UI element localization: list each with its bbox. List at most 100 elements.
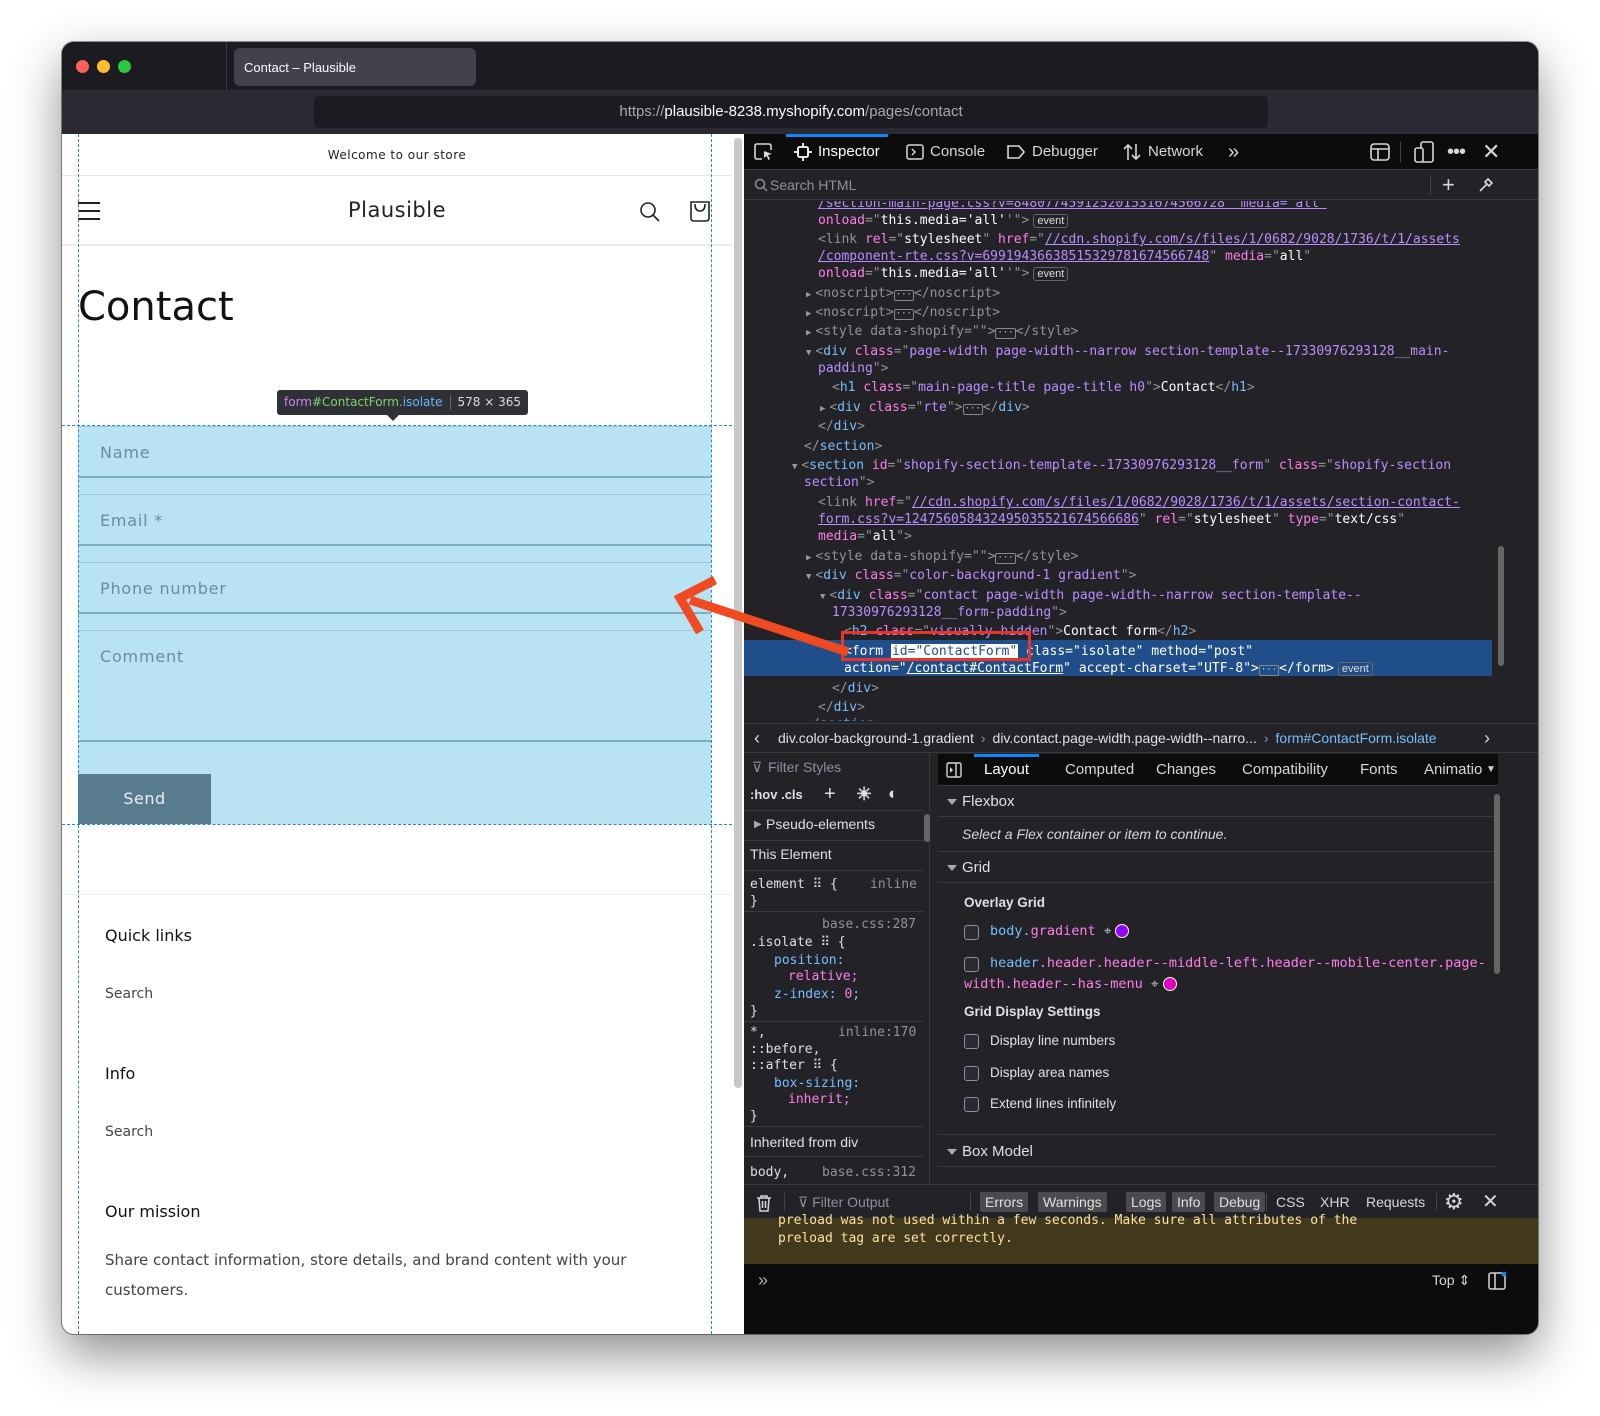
grid-overlay-checkbox[interactable] [964,957,979,972]
markup-node-h1[interactable]: <h1 class="main-page-title page-title h0… [832,379,1255,396]
cls-toggle[interactable]: .cls [781,787,803,802]
light-mode-icon[interactable]: ☀ [856,784,872,805]
dark-mode-icon[interactable]: ◐ [888,784,898,804]
quick-links-search[interactable]: Search [105,986,153,1002]
phone-field[interactable]: Phone number [78,562,711,614]
layout-scrollbar[interactable] [1494,794,1500,974]
markup-node-div[interactable]: ▼ <div class="page-width page-width--narr… [806,343,1449,362]
body-rule-selector[interactable]: body, [750,1164,789,1181]
css-property[interactable]: position: [774,952,844,969]
markup-node-div[interactable]: ▼ <div class="color-background-1 gradient… [806,567,1136,586]
breadcrumb-back-icon[interactable]: ‹ [754,724,760,752]
element-picker-icon[interactable] [754,143,774,161]
tab-animations[interactable]: Animatio [1424,754,1482,786]
element-rule[interactable]: element ⠿ { [750,876,838,893]
grid-section-toggle[interactable]: Grid [938,852,1498,883]
send-button[interactable]: Send [78,774,211,824]
markup-node-noscript[interactable]: ▶ <noscript> ··· </noscript> [806,304,1000,323]
devtools-toolbar: Inspector Console Debugger Network » •••… [744,134,1538,170]
css-value[interactable]: relative; [788,968,858,985]
filter-output-placeholder: Filter Output [812,1194,890,1210]
page-scrollbar[interactable] [732,134,744,1334]
tabs-overflow-icon[interactable]: ▼ [1486,754,1496,786]
flexbox-section-toggle[interactable]: Flexbox [938,786,1498,817]
css-property[interactable]: box-sizing: [774,1075,860,1092]
comment-field[interactable]: Comment [78,630,711,742]
css-property[interactable]: z-index: 0; [774,986,860,1003]
zoom-window-button[interactable] [118,60,131,73]
display-area-names-checkbox[interactable] [964,1066,979,1081]
tab-changes[interactable]: Changes [1156,754,1216,786]
body-rule-source[interactable]: base.css:312 [822,1164,916,1181]
filter-logs-button[interactable]: Logs [1126,1192,1167,1212]
element-rule-source[interactable]: inline [870,876,917,893]
minimize-window-button[interactable] [97,60,110,73]
breadcrumb-item-current[interactable]: form#ContactForm.isolate [1276,730,1437,746]
annotation-highlight-box [841,631,1031,661]
close-window-button[interactable] [76,60,89,73]
tab-fonts[interactable]: Fonts [1360,754,1398,786]
window-controls [76,60,131,73]
breadcrumb-forward-icon[interactable]: › [1484,724,1490,752]
close-devtools-icon[interactable]: ✕ [1482,134,1500,170]
browser-tab[interactable]: Contact – Plausible [234,48,476,86]
grid-color-swatch[interactable] [1162,977,1177,991]
pseudo-elements-toggle[interactable]: ▶ Pseudo-elements [744,816,930,832]
filter-debug-button[interactable]: Debug [1214,1192,1266,1212]
cart-icon[interactable] [688,198,712,224]
box-model-section-toggle[interactable]: Box Model [938,1136,1498,1167]
email-field[interactable]: Email * [78,494,711,546]
responsive-design-icon[interactable] [1414,141,1434,163]
isolate-rule-source[interactable]: base.css:287 [822,916,916,933]
highlight-grid-icon[interactable]: ⌖ [1151,976,1159,992]
tab-console[interactable]: Console [906,134,985,170]
name-field[interactable]: Name [78,426,711,478]
search-html-bar[interactable]: Search HTML + [744,170,1538,200]
star-rule-selector[interactable]: *, [750,1024,766,1041]
trash-icon[interactable] [756,1194,772,1212]
markup-scrollbar[interactable] [1496,201,1506,721]
eyedropper-icon[interactable] [1478,177,1494,193]
tab-inspector[interactable]: Inspector [786,134,888,170]
tab-computed[interactable]: Computed [1065,754,1134,786]
markup-node-div-rte[interactable]: ▶ <div class="rte"> ··· </div> [820,399,1030,418]
filter-styles-input[interactable]: ⊽ Filter Styles [744,759,930,775]
search-icon[interactable] [638,200,662,224]
add-node-icon[interactable]: + [1442,170,1455,200]
split-console-icon[interactable] [1488,1272,1506,1290]
star-rule-source[interactable]: inline:170 [838,1024,916,1041]
markup-node-style[interactable]: ▶ <style data-shopify=""> ··· </style> [806,548,1078,567]
breadcrumb-item[interactable]: div.contact.page-width.page-width--narro… [993,730,1257,746]
markup-node-section[interactable]: ▼ <section id="shopify-section-template--… [792,457,1451,476]
breadcrumb-item[interactable]: div.color-background-1.gradient [778,730,974,746]
add-rule-icon[interactable]: + [824,783,836,806]
more-options-icon[interactable]: ••• [1447,134,1466,170]
console-input[interactable]: » Top ⇕ [744,1264,1538,1334]
grid-overlay-checkbox[interactable] [964,925,979,940]
tab-layout[interactable]: Layout [973,754,1040,786]
more-tabs-button[interactable]: » [1228,134,1239,170]
url-bar[interactable]: https://plausible-8238.myshopify.com/pag… [314,96,1268,128]
display-line-numbers-checkbox[interactable] [964,1034,979,1049]
tab-network[interactable]: Network [1122,134,1203,170]
highlight-grid-icon[interactable]: ⌖ [1104,923,1112,939]
info-search[interactable]: Search [105,1124,153,1140]
store-logo[interactable]: Plausible [62,198,732,222]
tab-debugger[interactable]: Debugger [1006,134,1098,170]
filter-info-button[interactable]: Info [1172,1192,1206,1212]
dock-layout-icon[interactable] [1370,143,1390,161]
extend-lines-checkbox[interactable] [964,1097,979,1112]
filter-warnings-button[interactable]: Warnings [1038,1192,1107,1212]
markup-node-noscript[interactable]: ▶ <noscript> ··· </noscript> [806,285,1000,304]
css-value[interactable]: inherit; [788,1091,851,1108]
hov-toggle[interactable]: :hov [750,787,777,802]
tab-compatibility[interactable]: Compatibility [1242,754,1328,786]
grid-color-swatch[interactable] [1115,924,1130,938]
rules-scrollbar[interactable] [924,814,930,842]
filter-errors-button[interactable]: Errors [980,1192,1029,1212]
toggle-sidebar-icon[interactable] [946,762,962,778]
markup-node-style[interactable]: ▶ <style data-shopify=""> ··· </style> [806,323,1078,342]
isolate-rule-selector[interactable]: .isolate ⠿ { [750,934,846,951]
context-selector[interactable]: Top ⇕ [1432,1272,1470,1289]
page-title: Contact [78,284,234,330]
